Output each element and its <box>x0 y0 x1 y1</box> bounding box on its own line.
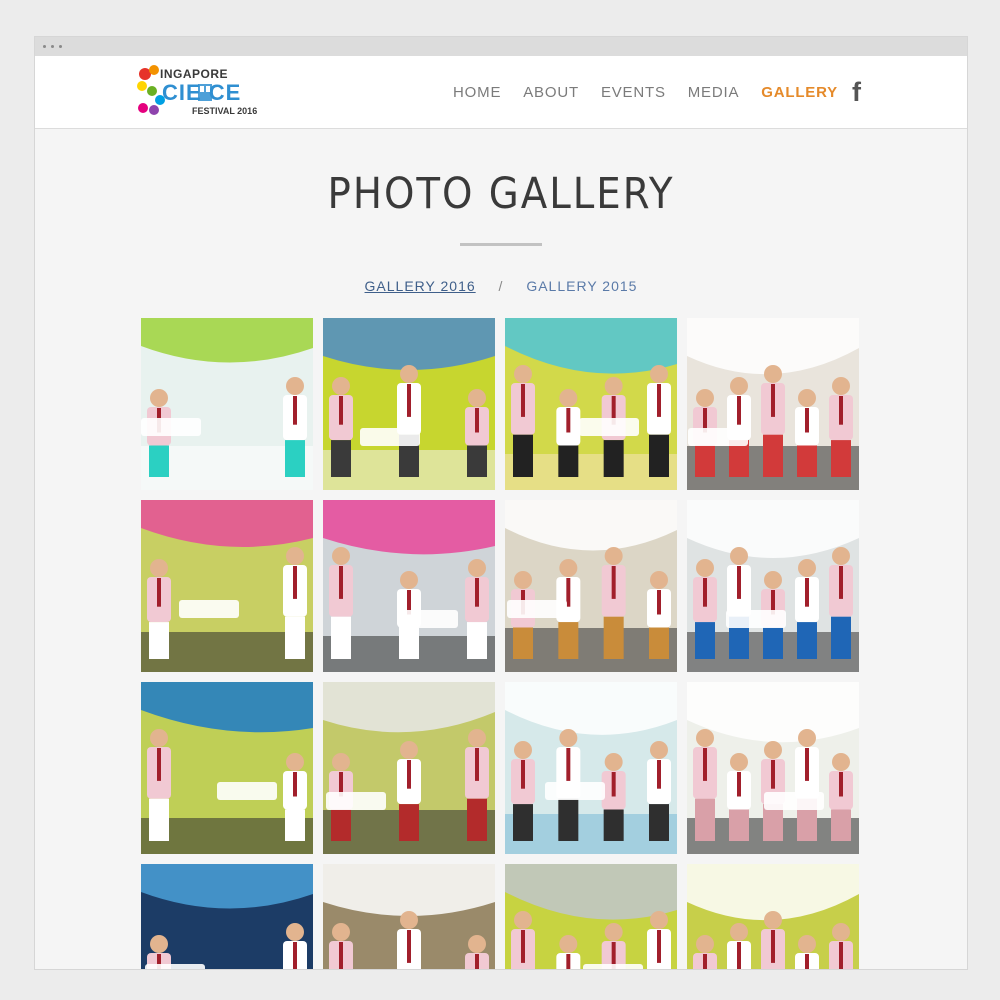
photo-image <box>505 682 677 854</box>
photo-image <box>505 864 677 969</box>
nav-media[interactable]: MEDIA <box>688 84 740 101</box>
tab-separator: / <box>498 278 504 294</box>
main-nav: HOME ABOUT EVENTS MEDIA GALLERY f <box>431 56 861 129</box>
photo-image <box>141 682 313 854</box>
gallery-photo-demo-device[interactable] <box>323 682 495 854</box>
page-title: PHOTO GALLERY <box>327 169 675 219</box>
gallery-photo-exhibit-visit[interactable] <box>687 318 859 490</box>
nav-events[interactable]: EVENTS <box>601 84 666 101</box>
gallery-photo-group-pink-floor-2[interactable] <box>323 500 495 672</box>
window-dot-icon <box>43 45 46 48</box>
tab-gallery-2015[interactable]: GALLERY 2015 <box>526 278 637 294</box>
photo-image <box>323 318 495 490</box>
nav-about[interactable]: ABOUT <box>523 84 579 101</box>
singapore-science-festival-logo[interactable]: INGAPORE CIE CE FESTIVAL 2016 <box>136 64 266 119</box>
photo-image <box>141 864 313 969</box>
gallery-year-tabs: GALLERY 2016 / GALLERY 2015 <box>35 278 967 294</box>
gallery-photo-volunteers-group[interactable] <box>505 682 677 854</box>
photo-image <box>687 682 859 854</box>
gallery-photo-stage-speaker[interactable] <box>141 318 313 490</box>
gallery-photo-microscope-crowd[interactable] <box>687 500 859 672</box>
gallery-photo-microscope-table[interactable] <box>505 500 677 672</box>
window-dot-icon <box>59 45 62 48</box>
nav-gallery[interactable]: GALLERY <box>761 84 838 101</box>
photo-image <box>687 864 859 969</box>
gallery-photo-booth-icons[interactable] <box>687 864 859 969</box>
photo-image <box>687 318 859 490</box>
title-divider <box>460 243 542 246</box>
nav-home[interactable]: HOME <box>453 84 501 101</box>
gallery-photo-photographer-crowd[interactable] <box>505 318 677 490</box>
gallery-main: PHOTO GALLERY GALLERY 2016 / GALLERY 201… <box>35 169 967 969</box>
photo-grid <box>141 318 859 969</box>
browser-window: INGAPORE CIE CE FESTIVAL 2016 HOME ABOUT… <box>34 36 968 970</box>
photo-image <box>323 500 495 672</box>
tab-gallery-2016[interactable]: GALLERY 2016 <box>365 278 476 294</box>
gallery-photo-microscope-closeup[interactable] <box>687 682 859 854</box>
photo-image <box>505 318 677 490</box>
gallery-photo-group-pink-floor[interactable] <box>141 500 313 672</box>
photo-image <box>323 864 495 969</box>
photo-image <box>505 500 677 672</box>
photo-image <box>323 682 495 854</box>
photo-image <box>141 318 313 490</box>
browser-title-bar <box>35 37 967 56</box>
photo-image <box>687 500 859 672</box>
logo-text-festival: FESTIVAL 2016 <box>192 106 257 116</box>
gallery-photo-screen-touch[interactable] <box>141 864 313 969</box>
gallery-photo-booth-handshake[interactable] <box>323 318 495 490</box>
site-header: INGAPORE CIE CE FESTIVAL 2016 HOME ABOUT… <box>35 56 967 129</box>
facebook-icon[interactable]: f <box>852 79 861 106</box>
gallery-photo-balloon-lantern[interactable] <box>505 864 677 969</box>
gallery-photo-mall-group[interactable] <box>141 682 313 854</box>
logo-text-singapore: INGAPORE <box>160 67 228 81</box>
gallery-photo-drone-demo[interactable] <box>323 864 495 969</box>
window-dot-icon <box>51 45 54 48</box>
photo-image <box>141 500 313 672</box>
